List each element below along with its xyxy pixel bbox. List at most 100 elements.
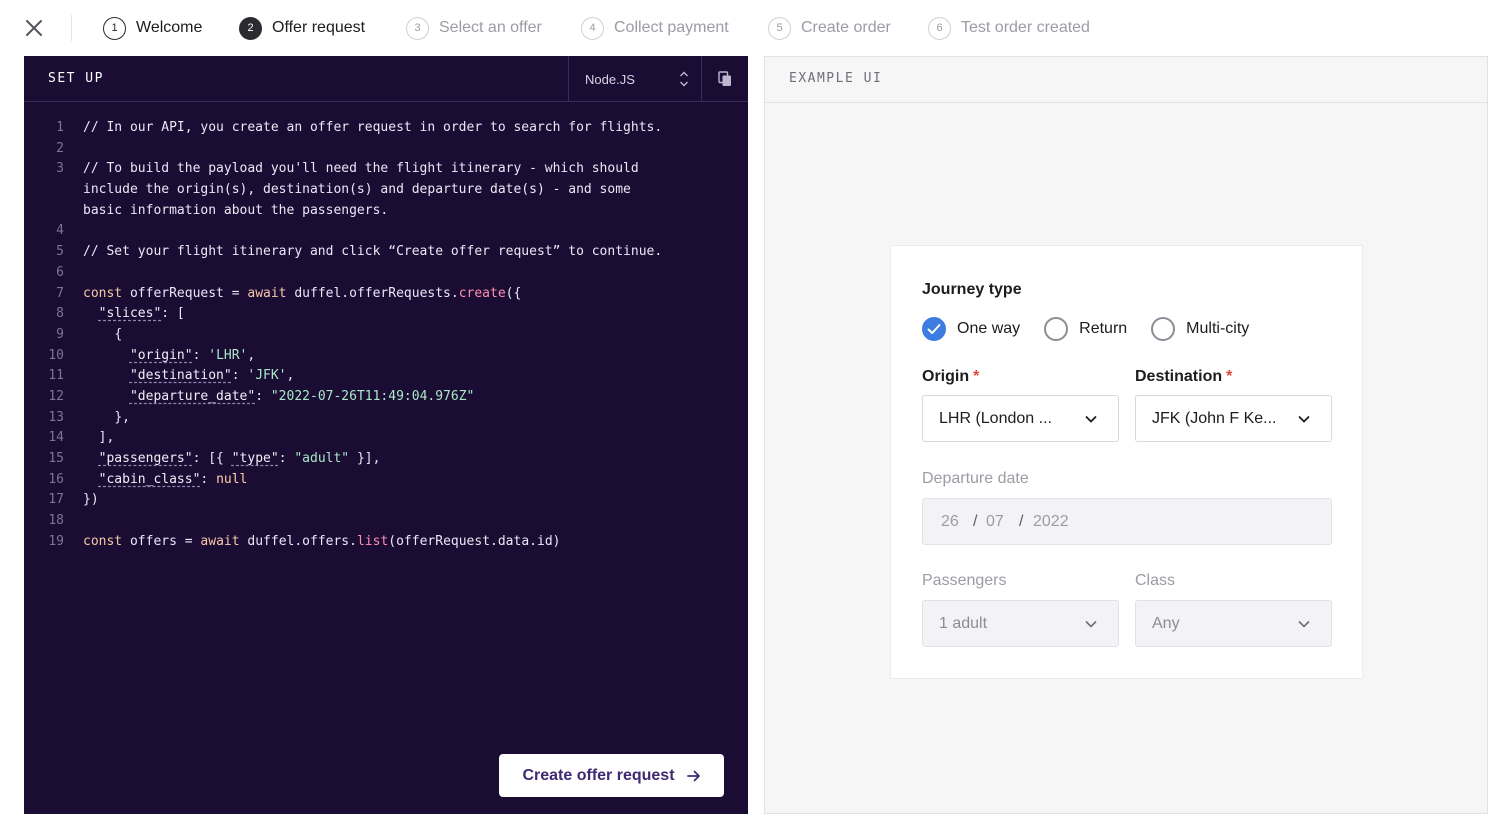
class-select[interactable]: Any — [1135, 600, 1332, 647]
line-number: 8 — [56, 306, 64, 322]
code-line: 1 // In our API, you create an offer req… — [24, 118, 748, 139]
step-label: Welcome — [136, 19, 203, 36]
chevron-down-icon — [1085, 415, 1097, 423]
step-offer-request[interactable]: 2 Offer request — [239, 14, 365, 42]
line-number: 3 — [56, 161, 64, 177]
step-number: 4 — [581, 16, 604, 40]
code-line: 11 "destination": 'JFK', — [24, 366, 748, 387]
code-line: 18 — [24, 511, 748, 532]
radio-return[interactable]: Return — [1044, 317, 1127, 341]
departure-date-input[interactable]: 26 / 07 / 2022 — [922, 498, 1332, 545]
step-create-order[interactable]: 5 Create order — [768, 14, 891, 42]
step-number: 3 — [406, 16, 429, 40]
destination-select-value: JFK (John F Ke... — [1152, 409, 1277, 427]
code-line: 9 { — [24, 325, 748, 346]
code-line: 7 const offerRequest = await duffel.offe… — [24, 284, 748, 305]
chevron-down-icon — [1298, 415, 1310, 423]
code-text: { — [114, 326, 123, 342]
journey-type-radio-group: One way Return Multi-city — [922, 316, 1273, 342]
step-collect-payment[interactable]: 4 Collect payment — [581, 14, 729, 42]
line-number: 19 — [48, 533, 64, 549]
date-month: 07 — [986, 513, 1004, 530]
create-offer-request-button[interactable]: Create offer request — [499, 754, 724, 797]
date-year: 2022 — [1033, 513, 1069, 530]
code-text: // Set your flight itinerary and click “… — [83, 244, 663, 260]
code-text: // In our API, you create an offer reque… — [83, 120, 663, 135]
language-select[interactable]: Node.JS — [568, 56, 701, 102]
required-mark: * — [973, 368, 980, 385]
code-text: basic information about the passengers. — [83, 202, 389, 218]
step-number: 6 — [928, 16, 951, 40]
code-line: 17 }) — [24, 490, 748, 511]
code-line: 5 // Set your flight itinerary and click… — [24, 242, 748, 263]
code-panel-header: SET UP Node.JS — [24, 56, 748, 102]
radio-circle-icon — [1151, 317, 1176, 341]
passengers-select[interactable]: 1 adult — [922, 600, 1119, 647]
search-form-card: Journey type One way Return Multi-city O… — [890, 245, 1363, 679]
code-line: basic information about the passengers. — [24, 201, 748, 222]
example-ui-title: EXAMPLE UI — [789, 71, 883, 86]
code-text: "destination": 'JFK', — [129, 368, 295, 384]
radio-multi-city[interactable]: Multi-city — [1151, 317, 1249, 341]
radio-circle-icon — [1044, 317, 1069, 341]
code-text: include the origin(s), destination(s) an… — [83, 182, 631, 198]
code-text: "departure_date": "2022-07-26T11:49:04.9… — [129, 388, 475, 404]
stepper-bar: 1 Welcome 2 Offer request 3 Select an of… — [0, 0, 1512, 56]
code-text: ], — [98, 430, 115, 446]
code-line: 3 // To build the payload you'll need th… — [24, 159, 748, 180]
create-offer-request-label: Create offer request — [522, 766, 675, 784]
language-select-value: Node.JS — [585, 71, 635, 87]
code-text: "passengers": [{ "type": "adult" }], — [98, 451, 381, 466]
arrow-right-icon — [686, 770, 701, 782]
chevron-down-icon — [1085, 620, 1097, 628]
line-number: 4 — [56, 223, 64, 239]
line-number: 16 — [48, 471, 64, 487]
step-label: Offer request — [272, 19, 366, 36]
line-number: 10 — [48, 347, 64, 363]
step-label: Collect payment — [614, 19, 729, 36]
copy-button[interactable] — [701, 56, 748, 102]
code-line: 16 "cabin_class": null — [24, 470, 748, 491]
line-number: 9 — [56, 326, 64, 342]
copy-icon — [718, 71, 731, 86]
date-separator: / — [1019, 513, 1024, 530]
code-text: const offers = await duffel.offers.list(… — [83, 533, 561, 549]
code-line: 13 }, — [24, 408, 748, 429]
origin-select[interactable]: LHR (London ... — [922, 395, 1119, 442]
line-number: 18 — [48, 513, 64, 529]
code-line: 19 const offers = await duffel.offers.li… — [24, 532, 748, 553]
chevron-down-icon — [1298, 620, 1310, 628]
line-number: 12 — [48, 388, 64, 404]
code-line: 14 ], — [24, 428, 748, 449]
destination-select[interactable]: JFK (John F Ke... — [1135, 395, 1332, 442]
line-number: 13 — [48, 409, 64, 425]
date-day: 26 — [941, 513, 959, 530]
example-ui-header: EXAMPLE UI — [765, 57, 1487, 103]
line-number: 15 — [48, 451, 64, 466]
step-test-order-created[interactable]: 6 Test order created — [928, 14, 1090, 42]
code-line: include the origin(s), destination(s) an… — [24, 180, 748, 201]
code-text: }, — [114, 409, 130, 425]
destination-label: Destination * — [1135, 368, 1233, 385]
step-select-offer[interactable]: 3 Select an offer — [406, 14, 542, 42]
radio-one-way[interactable]: One way — [922, 317, 1020, 341]
close-icon[interactable] — [22, 16, 46, 40]
passengers-label: Passengers — [922, 572, 1007, 589]
step-number: 2 — [239, 16, 262, 40]
journey-type-label: Journey type — [922, 281, 1022, 298]
check-icon — [922, 317, 946, 341]
code-line: 2 — [24, 139, 748, 160]
code-line: 6 — [24, 263, 748, 284]
step-welcome[interactable]: 1 Welcome — [103, 14, 202, 42]
code-line: 10 "origin": 'LHR', — [24, 346, 748, 367]
class-select-value: Any — [1152, 614, 1180, 632]
origin-select-value: LHR (London ... — [939, 409, 1052, 427]
code-line: 8 "slices": [ — [24, 304, 748, 325]
example-ui-panel: EXAMPLE UI Journey type One way Return M… — [764, 56, 1488, 814]
line-number: 1 — [56, 120, 64, 135]
code-panel: SET UP Node.JS 1 // In our API, you crea… — [24, 56, 748, 814]
